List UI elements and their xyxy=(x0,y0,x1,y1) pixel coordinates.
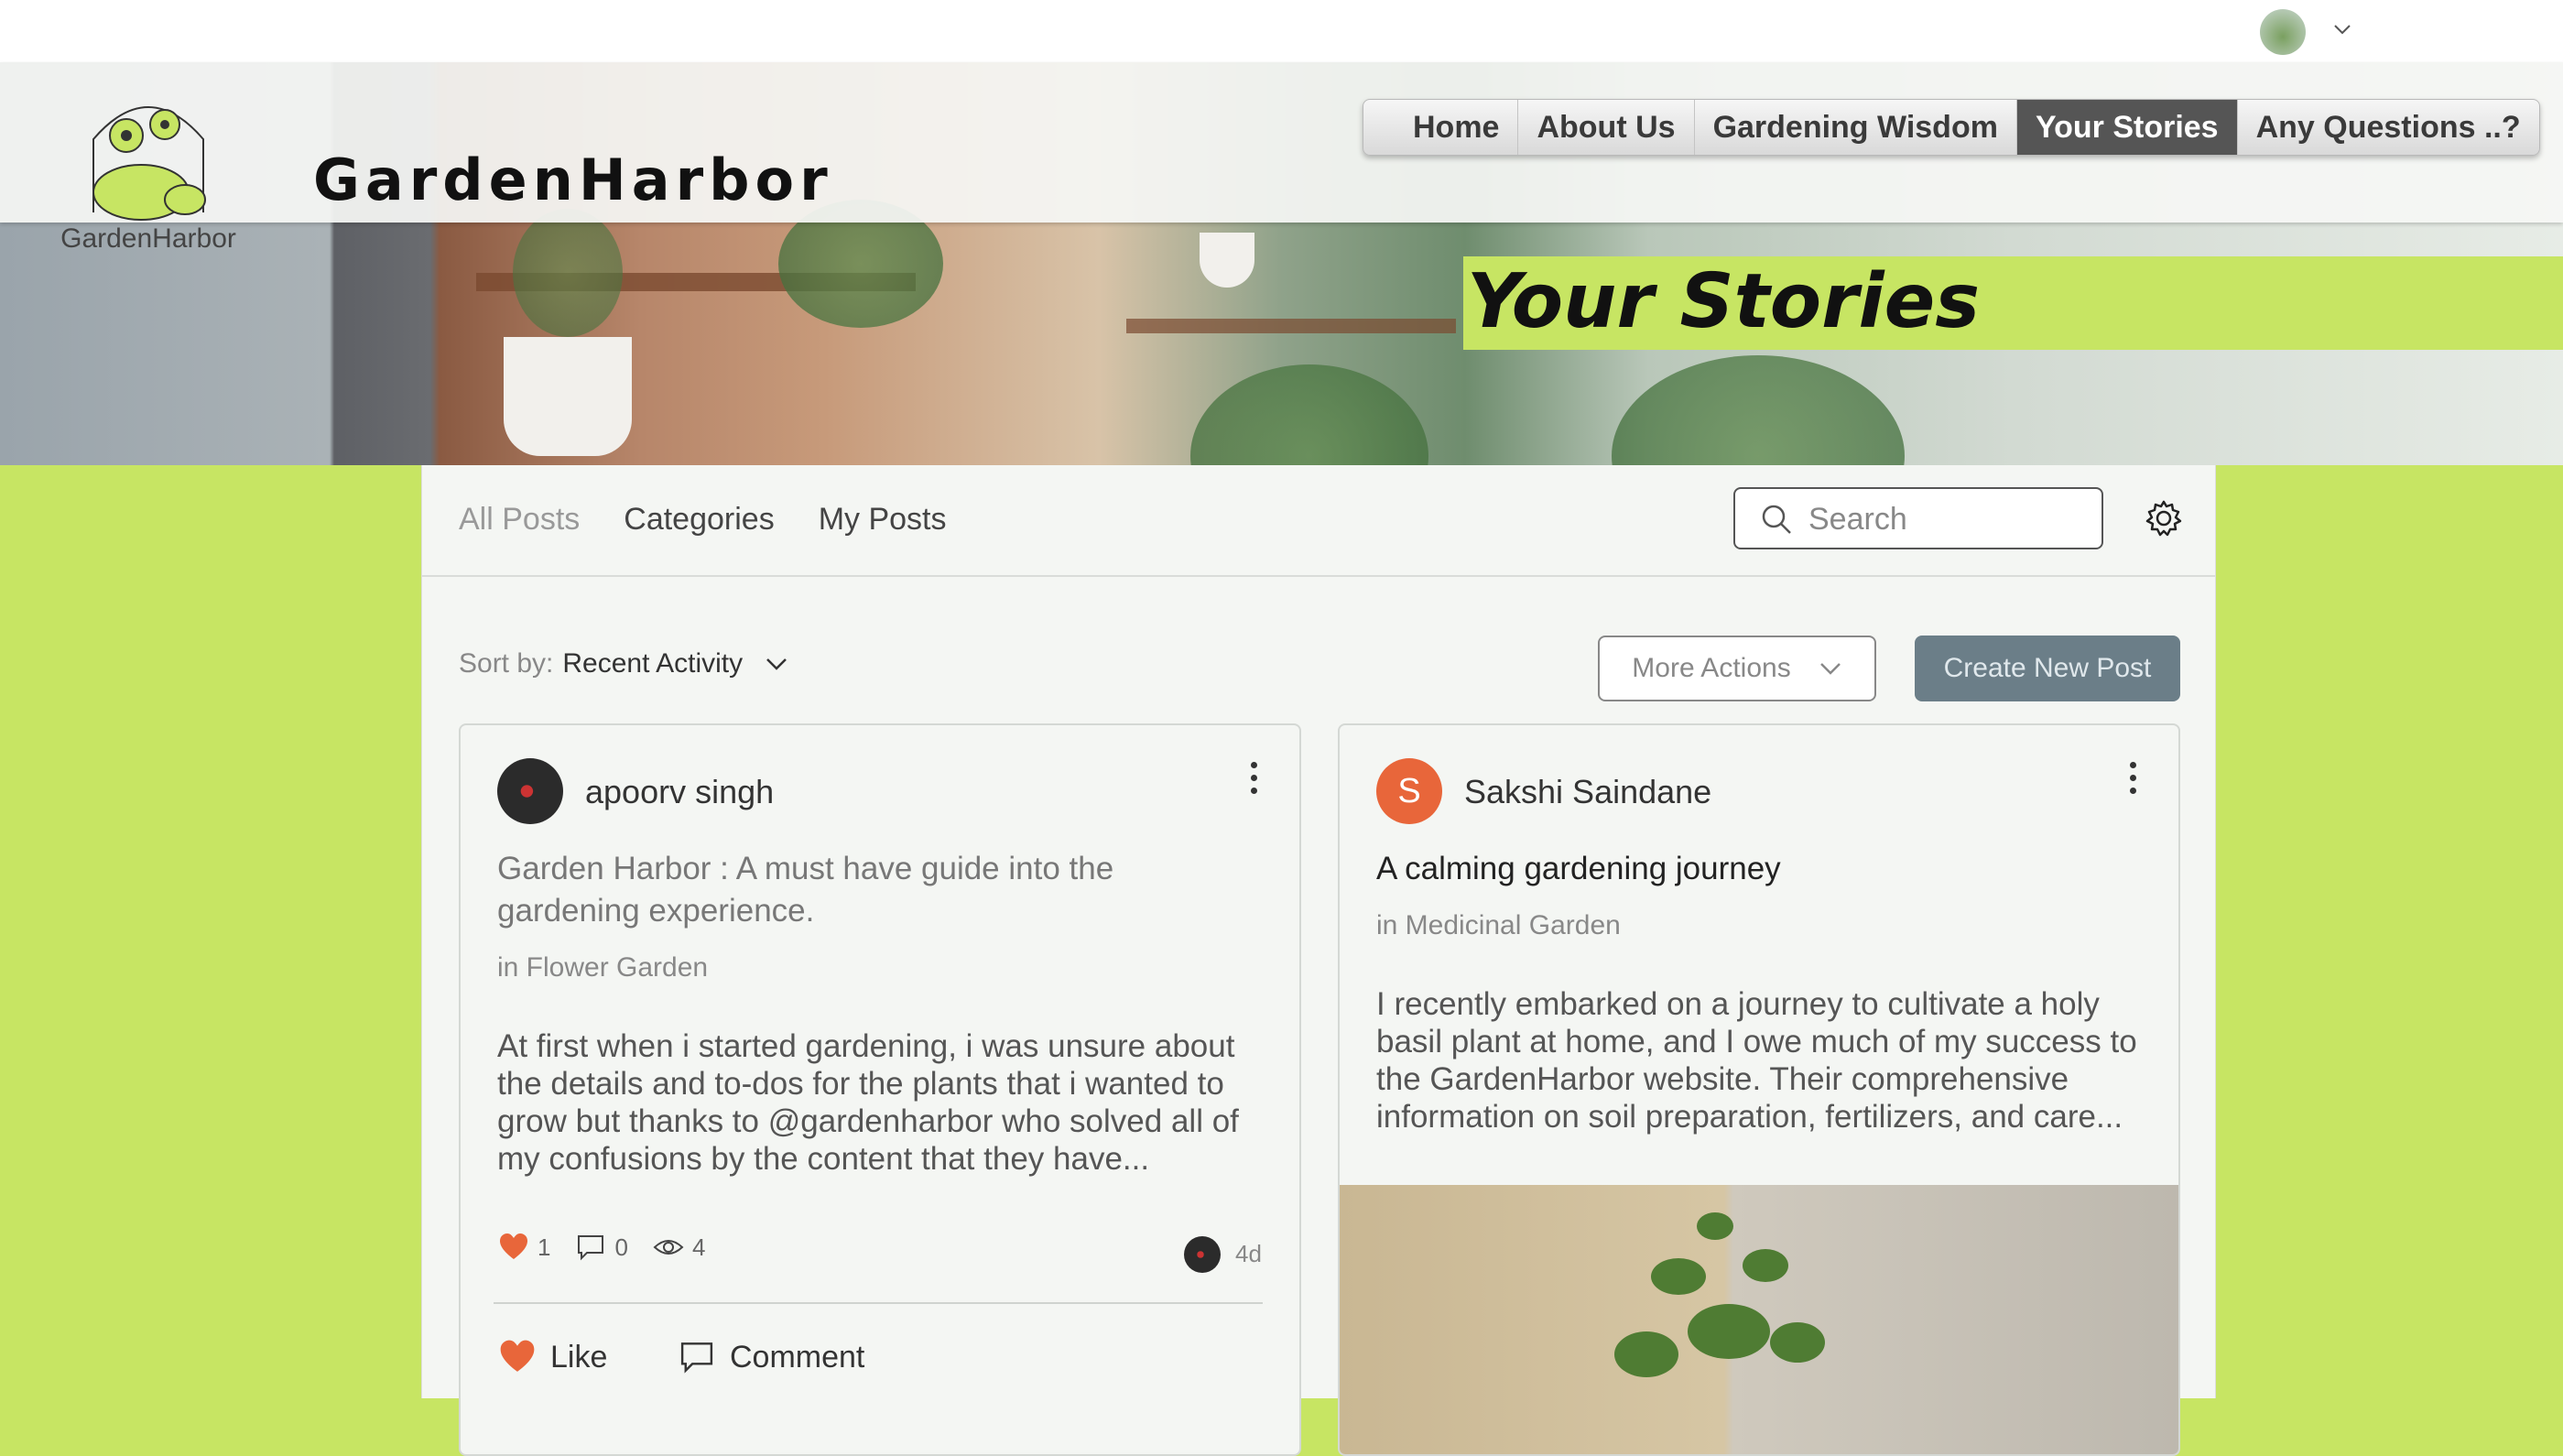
nav-any-questions[interactable]: Any Questions ..? xyxy=(2236,100,2539,155)
sort-label: Sort by: xyxy=(459,648,554,679)
chevron-down-icon xyxy=(1819,663,1841,675)
post-title[interactable]: Garden Harbor : A must have guide into t… xyxy=(497,848,1248,932)
post-stats: 1 0 4 xyxy=(497,1231,729,1264)
svg-text:GardenHarbor: GardenHarbor xyxy=(60,223,236,254)
garden-logo[interactable]: GardenHarbor xyxy=(57,84,240,258)
comment-icon xyxy=(680,1342,713,1374)
avatar[interactable] xyxy=(497,758,563,824)
post-image[interactable] xyxy=(1340,1185,2178,1454)
search-icon xyxy=(1762,505,1791,534)
more-options-icon[interactable] xyxy=(1248,762,1259,799)
gear-icon[interactable] xyxy=(2144,498,2184,538)
post-excerpt: At first when i started gardening, i was… xyxy=(497,1028,1239,1177)
post-author[interactable]: Sakshi Saindane xyxy=(1464,773,1711,811)
user-avatar[interactable] xyxy=(2260,9,2306,55)
top-strip xyxy=(0,0,2563,62)
eye-icon xyxy=(653,1240,684,1255)
avatar[interactable]: S xyxy=(1376,758,1442,824)
tab-all-posts[interactable]: All Posts xyxy=(459,502,580,538)
chevron-down-icon xyxy=(766,658,787,670)
create-new-post-button[interactable]: Create New Post xyxy=(1915,636,2180,701)
sort-dropdown[interactable]: Sort by: Recent Activity xyxy=(459,648,788,679)
heart-icon xyxy=(500,1340,535,1372)
post-card[interactable]: apoorv singh Garden Harbor : A must have… xyxy=(459,723,1301,1456)
forum-panel: All Posts Categories My Posts Sort by: R… xyxy=(421,465,2216,1456)
comment-icon xyxy=(578,1235,604,1261)
heart-icon xyxy=(500,1233,527,1259)
tabs-divider xyxy=(422,575,2215,577)
like-button[interactable]: Like xyxy=(497,1337,607,1377)
avatar[interactable] xyxy=(1184,1236,1221,1273)
brand-name[interactable]: GardenHarbor xyxy=(313,147,833,213)
chevron-down-icon[interactable] xyxy=(2333,20,2351,38)
nav-gardening-wisdom[interactable]: Gardening Wisdom xyxy=(1693,100,2016,155)
post-title[interactable]: A calming gardening journey xyxy=(1376,848,2127,890)
post-category[interactable]: in Flower Garden xyxy=(497,952,708,983)
search-box[interactable] xyxy=(1733,487,2103,549)
post-excerpt: I recently embarked on a journey to cult… xyxy=(1376,986,2137,1135)
comment-label: Comment xyxy=(730,1339,865,1375)
search-input[interactable] xyxy=(1807,500,2085,538)
view-count: 4 xyxy=(691,1233,706,1261)
tab-categories[interactable]: Categories xyxy=(624,502,774,538)
like-count: 1 xyxy=(538,1233,551,1261)
nav-about-us[interactable]: About Us xyxy=(1517,100,1693,155)
more-actions-label: More Actions xyxy=(1632,653,1791,683)
sort-value: Recent Activity xyxy=(562,648,744,679)
like-label: Like xyxy=(550,1339,608,1375)
post-author[interactable]: apoorv singh xyxy=(585,773,774,811)
post-category[interactable]: in Medicinal Garden xyxy=(1376,910,1621,941)
nav-your-stories[interactable]: Your Stories xyxy=(2015,100,2237,155)
comment-count: 0 xyxy=(614,1233,628,1261)
more-options-icon[interactable] xyxy=(2127,762,2138,799)
tab-my-posts[interactable]: My Posts xyxy=(819,502,947,538)
post-age: 4d xyxy=(1235,1240,1262,1267)
more-actions-button[interactable]: More Actions xyxy=(1598,636,1876,701)
forum-tabs: All Posts Categories My Posts xyxy=(459,502,947,538)
card-divider xyxy=(494,1302,1263,1304)
nav-home[interactable]: Home xyxy=(1363,100,1517,155)
comment-button[interactable]: Comment xyxy=(677,1337,864,1377)
page-title: Your Stories xyxy=(1467,258,1981,345)
main-nav: Home About Us Gardening Wisdom Your Stor… xyxy=(1363,99,2540,156)
post-card[interactable]: S Sakshi Saindane A calming gardening jo… xyxy=(1338,723,2180,1456)
